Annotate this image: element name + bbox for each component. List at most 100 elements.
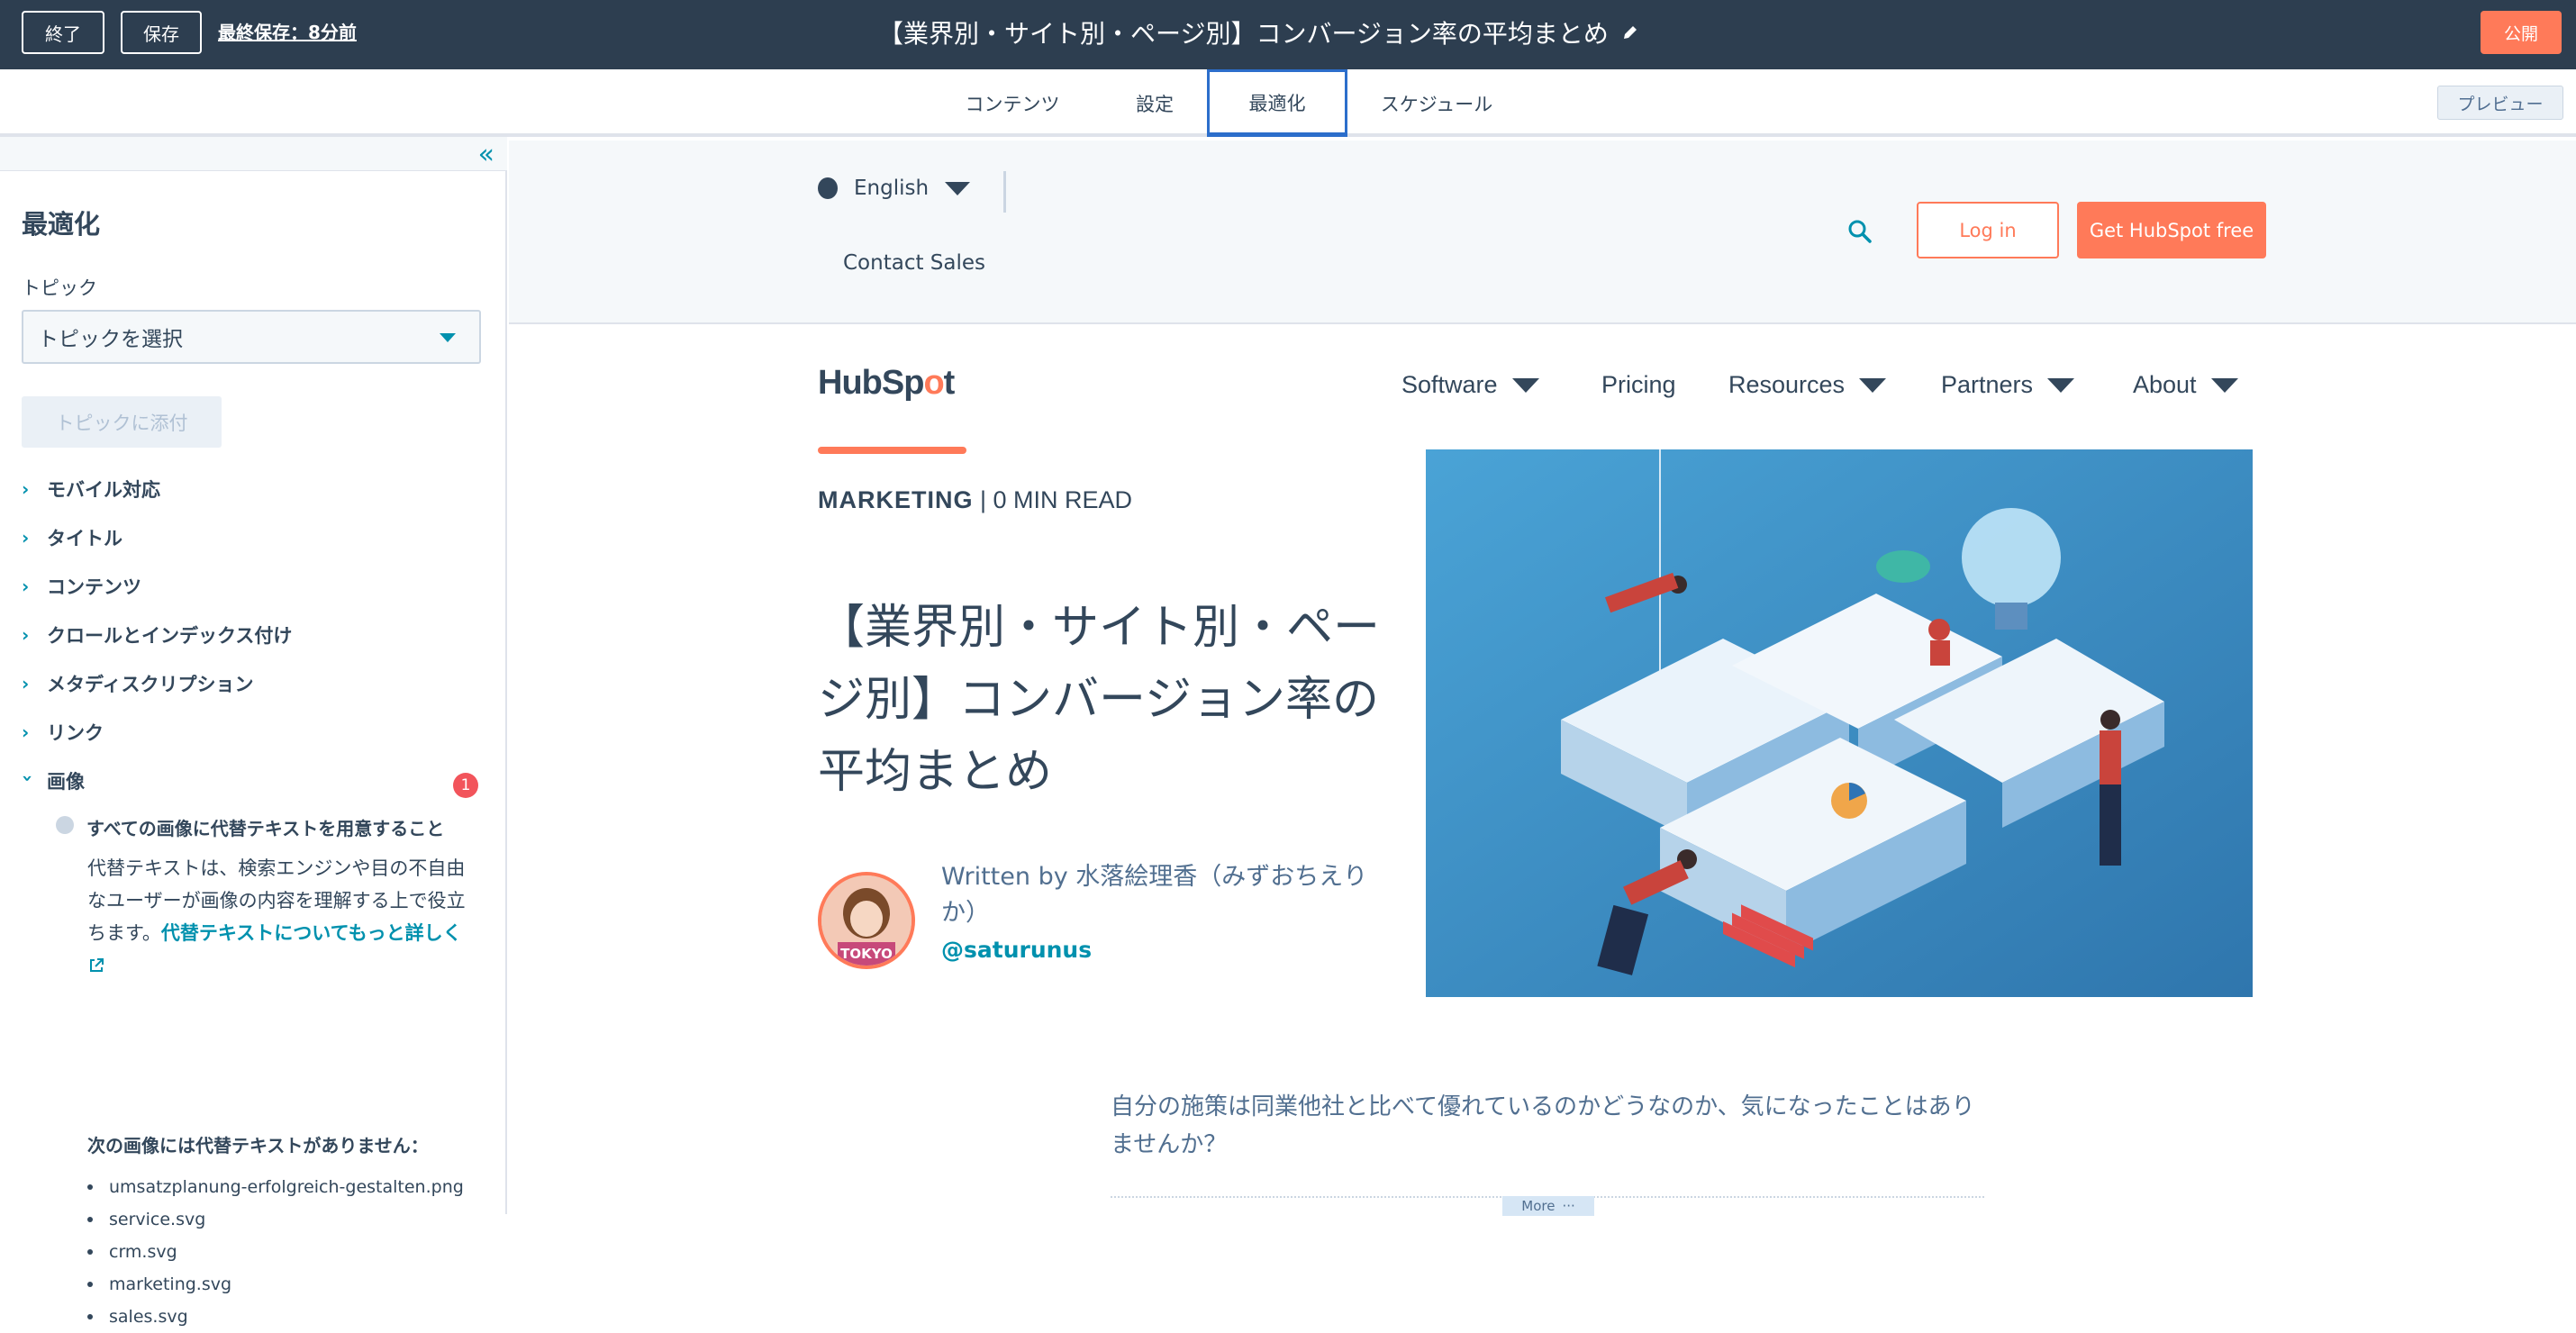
section-label: コンテンツ [47,576,141,598]
caret-down-icon [2047,377,2075,393]
topic-label: トピック [22,277,97,299]
learn-more-link-text: 代替テキストについてもっと詳しく [160,922,462,944]
collapse-left-icon[interactable]: « [478,139,494,170]
section-mobile[interactable]: › モバイル対応 [22,476,160,503]
caret-down-icon [945,181,971,195]
nav-label: Resources [1728,371,1846,398]
topic-select-value: トピックを選択 [38,328,183,351]
list-item: sales.svg [87,1301,464,1333]
chevron-right-icon: › [22,527,30,549]
chevron-right-icon: › [22,576,30,597]
nav-label: About [2133,371,2197,398]
nav-label: Software [1401,371,1498,398]
chevron-down-icon [440,333,456,342]
section-meta-description[interactable]: › メタディスクリプション [22,670,254,697]
sidebar-title: 最適化 [22,209,101,240]
issue-count-badge: 1 [453,773,478,798]
learn-more-link[interactable]: 代替テキストについてもっと詳しく [161,922,462,944]
nav-resources[interactable]: Resources [1728,371,1887,399]
list-item: umsatzplanung-erfolgreich-gestalten.png [87,1171,464,1203]
language-switcher[interactable]: English [818,177,971,200]
editor-tabs: コンテンツ 設定 最適化 スケジュール [0,69,2576,137]
caret-down-icon [1511,377,1539,393]
tab-optimize[interactable]: 最適化 [1207,69,1347,137]
nav-partners[interactable]: Partners [1941,371,2075,399]
read-time: | 0 MIN READ [980,486,1133,513]
site-utility-bar: English Contact Sales Log in Get HubSpot… [509,141,2576,324]
language-label: English [854,177,930,200]
page-preview: English Contact Sales Log in Get HubSpot… [509,141,2576,1216]
section-links[interactable]: › リンク [22,719,104,746]
tab-schedule[interactable]: スケジュール [1367,69,1506,137]
caret-down-icon [1859,377,1887,393]
chevron-right-icon: › [22,624,30,646]
optimize-sidebar: « 最適化 トピック トピックを選択 トピックに添付 › モバイル対応 › タイ… [0,137,507,1327]
more-label: More [1521,1198,1556,1214]
exit-button[interactable]: 終了 [22,11,104,54]
article-title: 【業界別・サイト別・ページ別】コンバージョン率の平均まとめ [818,600,1381,799]
chevron-down-icon: › [17,775,39,783]
editor-top-bar: 終了 保存 最終保存：8分前 【業界別・サイト別・ページ別】コンバージョン率の平… [0,0,2576,69]
document-title-text: 【業界別・サイト別・ページ別】コンバージョン率の平均まとめ [878,19,1609,49]
chevron-right-icon: › [22,478,30,500]
nav-about[interactable]: About [2133,371,2238,399]
avatar-illustration: TOKYO [821,875,912,966]
accent-line [818,447,966,454]
get-hubspot-free-button[interactable]: Get HubSpot free [2077,202,2266,258]
article-meta: MARKETING | 0 MIN READ [818,486,1132,514]
section-images[interactable]: › 画像 [17,767,85,794]
sprocket-icon: o [923,364,944,402]
section-label: タイトル [47,528,122,549]
caret-down-icon [2210,377,2238,393]
contact-sales-link[interactable]: Contact Sales [843,251,985,275]
section-title[interactable]: › タイトル [22,524,122,551]
section-label: 画像 [47,771,85,793]
isometric-office-illustration [1426,449,2253,997]
author-avatar[interactable]: TOKYO [818,872,915,969]
login-button[interactable]: Log in [1917,202,2059,258]
topic-select[interactable]: トピックを選択 [22,310,481,364]
logo-text: t [943,364,956,402]
ellipsis-icon: ··· [1562,1198,1575,1214]
list-item: marketing.svg [87,1268,464,1301]
search-icon[interactable] [1846,218,1873,245]
preview-button[interactable]: プレビュー [2437,86,2563,120]
author-handle-link[interactable]: @saturunus [941,937,1092,963]
article-intro: 自分の施策は同業他社と比べて優れているのかどうなのか、気になったことはありません… [1111,1093,1975,1158]
alt-text-check-title: すべての画像に代替テキストを用意すること [86,818,445,839]
hero-image[interactable] [1426,449,2253,997]
section-label: リンク [47,722,104,744]
chevron-right-icon: › [22,721,30,743]
attach-topic-button[interactable]: トピックに添付 [22,396,222,448]
section-label: モバイル対応 [47,479,160,501]
tab-content[interactable]: コンテンツ [948,69,1077,137]
external-link-icon[interactable] [87,957,105,975]
section-crawl[interactable]: › クロールとインデックス付け [22,621,292,648]
nav-label: Partners [1941,371,2034,398]
missing-alt-list: umsatzplanung-erfolgreich-gestalten.png … [87,1171,464,1333]
publish-button[interactable]: 公開 [2481,11,2562,54]
avatar-text: TOKYO [840,946,893,962]
list-item: crm.svg [87,1236,464,1268]
save-button[interactable]: 保存 [121,11,202,54]
pencil-icon[interactable] [1621,23,1639,41]
chevron-right-icon: › [22,673,30,694]
status-dot-icon [56,816,74,834]
logo-text: HubSp [818,364,924,402]
last-saved-link[interactable]: 最終保存：8分前 [218,18,357,44]
alt-text-check: すべての画像に代替テキストを用意すること [56,814,444,840]
section-label: クロールとインデックス付け [47,625,293,647]
hubspot-logo[interactable]: HubSpot [818,364,956,403]
nav-pricing[interactable]: Pricing [1601,371,1676,399]
tab-settings[interactable]: 設定 [1108,69,1202,137]
section-content[interactable]: › コンテンツ [22,573,141,600]
sidebar-collapse-bar: « [0,137,507,171]
globe-icon [818,177,838,199]
nav-software[interactable]: Software [1401,371,1539,399]
document-title[interactable]: 【業界別・サイト別・ページ別】コンバージョン率の平均まとめ [878,14,1639,50]
nav-label: Pricing [1601,371,1676,398]
section-label: メタディスクリプション [47,674,254,695]
more-tag[interactable]: More ··· [1502,1196,1594,1216]
list-item: service.svg [87,1203,464,1236]
article-category[interactable]: MARKETING [818,486,974,513]
